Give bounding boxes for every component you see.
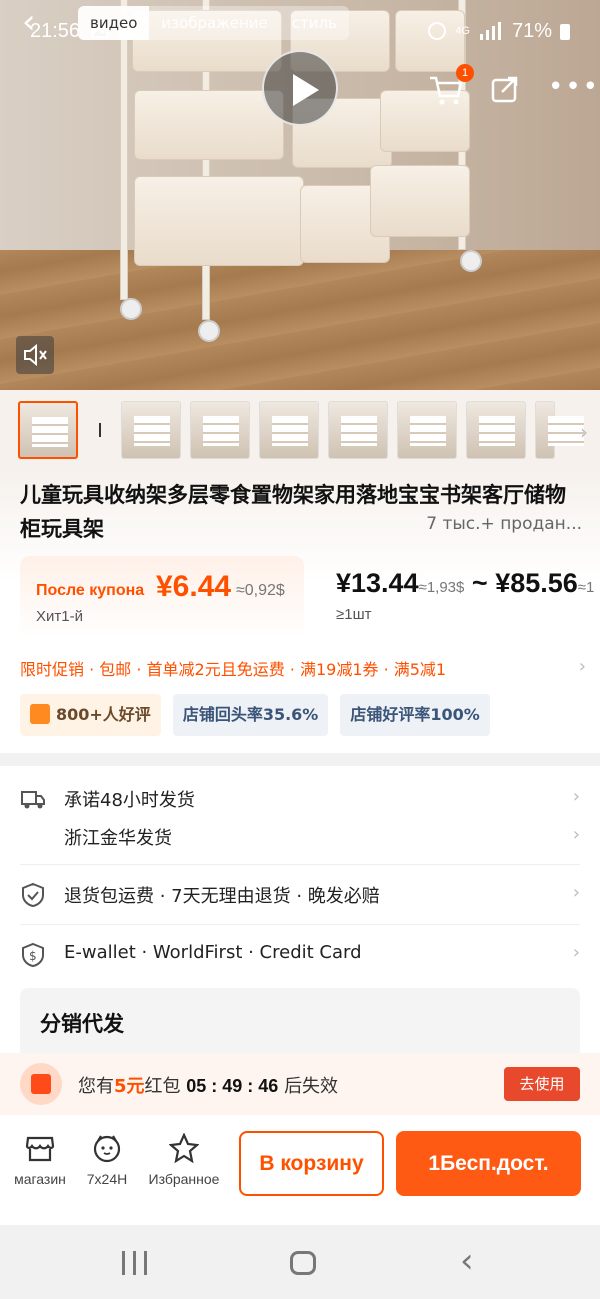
reviews-badge-label: 800+人好评 [56,705,151,724]
coupon-price-box: После купона ¥6.44 ≈0,92$ Хит1-й [20,556,304,638]
repurchase-rate-badge[interactable]: 店铺回头率35.6% [172,694,329,736]
product-info: 儿童玩具收纳架多层零食置物架家用落地宝宝书架客厅储物柜玩具架 7 тыс.+ п… [0,470,600,753]
truck-icon [21,791,45,809]
chevron-right-icon[interactable]: › [573,786,580,807]
mute-icon[interactable] [16,336,54,374]
ship-from: 浙江金华发货 [64,828,172,849]
svg-text:$: $ [29,949,37,963]
hit-label: Хит1-й [36,608,83,625]
payment-methods: E-wallet · WorldFirst · Credit Card [64,942,362,963]
thumbnail[interactable] [328,401,388,459]
chevron-right-icon[interactable]: › [573,942,580,963]
shield-icon [22,882,44,908]
bottom-action-bar: магазин 7x24H Избранное В корзину 1Бесп.… [0,1115,600,1225]
distribution-section[interactable]: 分销代发 [20,988,580,1056]
chevron-right-icon[interactable]: › [579,656,586,677]
signal-icon [479,22,501,40]
buy-button[interactable]: 1Бесп.дост. [396,1131,581,1196]
thumbnail[interactable] [18,401,78,459]
distribution-title: 分销代发 [40,1012,124,1036]
media-tabs: видео изображение стиль [78,6,349,40]
rp-prefix: 您有 [78,1076,114,1097]
chevron-right-icon[interactable]: › [573,824,580,845]
share-icon[interactable] [490,74,520,104]
divider [20,924,580,925]
tab-video[interactable]: видео [78,6,150,40]
price-low: ¥13.44 [336,568,419,598]
thumbnail[interactable] [121,401,181,459]
promotions-row[interactable]: 限时促销 · 包邮 · 首单减2元且免运费 · 满19减1券 · 满5减1 [20,656,576,680]
recents-icon[interactable] [122,1251,148,1275]
product-image[interactable]: 21:56 4G 71% ‹ видео изображение стиль 1… [0,0,600,390]
shipping-promise: 承诺48小时发货 [64,790,195,811]
red-packet-message: 您有5元红包 05 : 49 : 46 后失效 [78,1072,338,1098]
thumbnail[interactable] [397,401,457,459]
add-to-cart-button[interactable]: В корзину [239,1131,384,1196]
thumbnail[interactable] [535,401,584,459]
rp-amount: 5元 [114,1076,145,1097]
rp-middle: 红包 [144,1076,181,1097]
price-low-conversion: ≈1,93$ [418,579,465,596]
sold-count: 7 тыс.+ продан... [426,514,582,534]
positive-rate-badge[interactable]: 店铺好评率100% [340,694,490,736]
tab-image[interactable]: изображение [149,6,279,40]
battery-icon [560,24,570,40]
network-label: 4G [455,25,470,37]
support-button[interactable]: 7x24H [67,1133,147,1187]
favorite-button[interactable]: Избранное [144,1133,224,1187]
rp-countdown: 05 : 49 : 46 [186,1076,279,1096]
coupon-conversion: ≈0,92$ [236,582,285,599]
star-icon [169,1133,199,1163]
wallet-icon: $ [22,942,44,968]
alarm-icon [428,22,447,40]
returns-policy: 退货包运费 · 7天无理由退货 · 晚发必赔 [64,886,380,907]
battery-percent: 71% [511,19,552,42]
system-nav-bar: ‹ [0,1225,600,1299]
tab-style[interactable]: стиль [280,6,349,40]
price-high-conversion: ≈1 [577,579,595,596]
red-packet-bar: 您有5元红包 05 : 49 : 46 后失效 去使用 [0,1053,600,1115]
cart-badge: 1 [456,64,474,82]
thumbnail-divider [99,423,101,437]
price-separator: ~ [471,568,488,598]
home-icon[interactable] [290,1251,316,1275]
use-red-packet-button[interactable]: 去使用 [504,1067,580,1101]
favorite-label: Избранное [148,1171,220,1187]
shop-label: магазин [14,1171,66,1187]
reviews-badge[interactable]: 800+人好评 [20,694,161,736]
service-section: 承诺48小时发货 › 浙江金华发货 › 退货包运费 · 7天无理由退货 · 晚发… [0,766,600,1056]
thumbnail-strip: › [0,390,600,470]
play-icon[interactable] [262,50,338,126]
coupon-price: ¥6.44 [156,570,232,603]
thumbnail[interactable] [259,401,319,459]
more-icon[interactable]: ••• [548,72,600,102]
chevron-right-icon[interactable]: › [580,420,588,444]
rp-suffix: 后失效 [284,1076,339,1097]
coupon-label: После купона [36,582,145,599]
support-label: 7x24H [86,1171,128,1187]
product-title: 儿童玩具收纳架多层零食置物架家用落地宝宝书架客厅储物柜玩具架 [20,483,566,541]
price-high: ¥85.56 [495,568,578,598]
thumbs-up-icon [30,704,50,724]
red-packet-icon [20,1063,62,1105]
back-icon[interactable]: ‹ [22,4,56,42]
thumbnail[interactable] [190,401,250,459]
min-order-qty: ≥1шт [336,606,372,623]
chevron-right-icon[interactable]: › [573,882,580,903]
shop-badges: 800+人好评 店铺回头率35.6% 店铺好评率100% [20,694,490,736]
system-back-icon[interactable]: ‹ [460,1241,474,1281]
shop-icon [25,1136,55,1162]
divider [20,864,580,865]
thumbnail[interactable] [466,401,526,459]
support-icon [93,1135,121,1163]
price-range: ¥13.44≈1,93$ ~ ¥85.56≈1 [336,568,600,599]
